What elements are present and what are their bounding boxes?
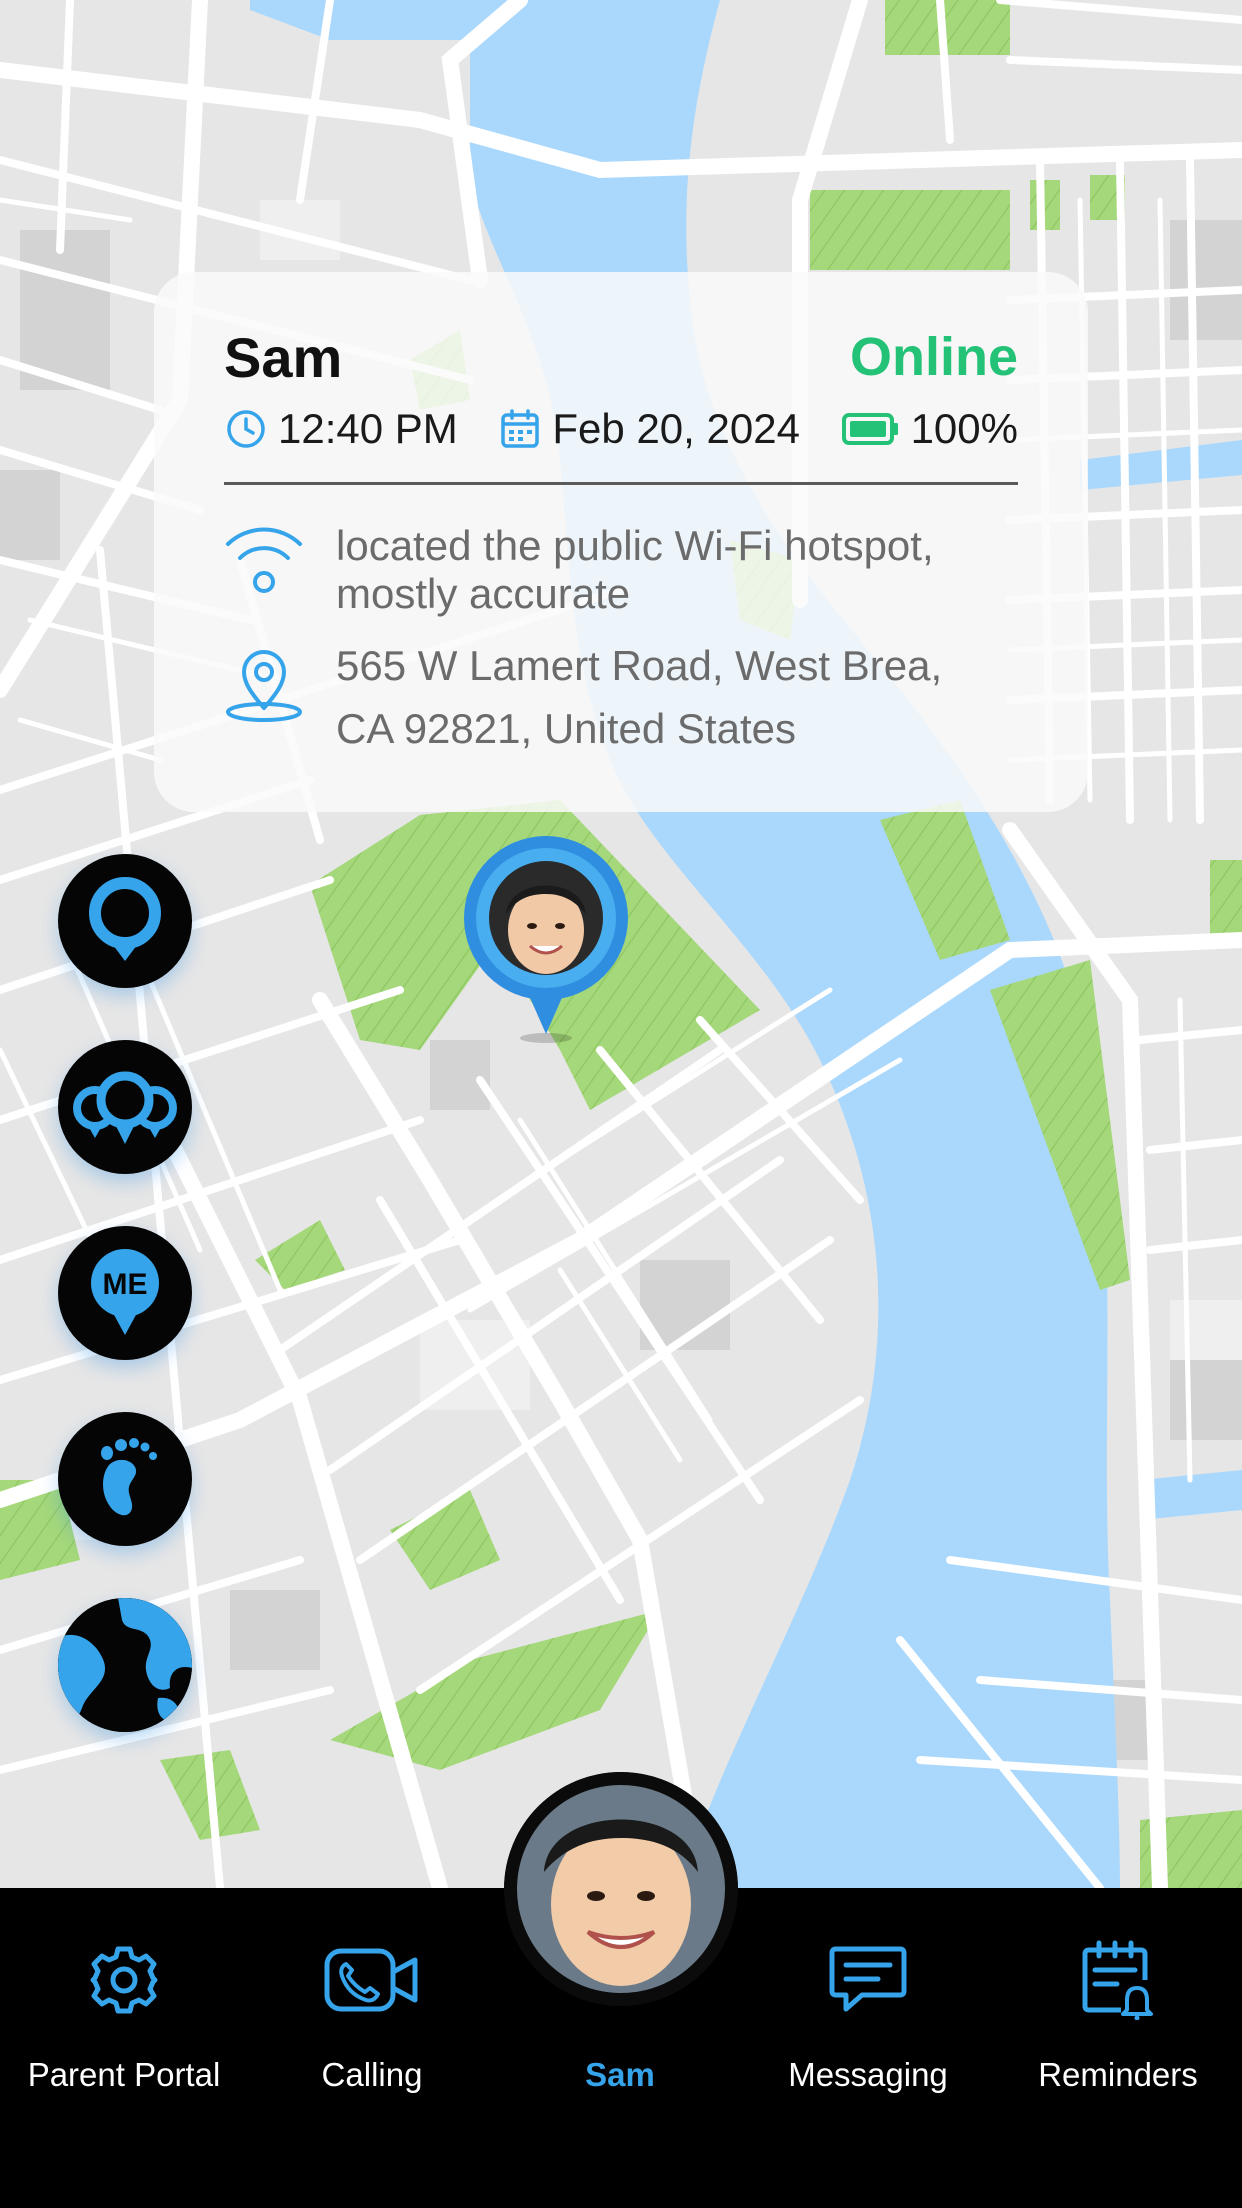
wifi-icon bbox=[226, 527, 302, 593]
nav-parent-portal[interactable]: Parent Portal bbox=[0, 1888, 248, 2098]
nav-reminders[interactable]: Reminders bbox=[994, 1888, 1242, 2098]
me-pin-icon: ME bbox=[91, 1249, 159, 1335]
online-status: Online bbox=[849, 327, 1018, 387]
status-meta-row: 12:40 PM Feb 20, 2024 100% bbox=[224, 404, 1018, 454]
multi-pin-icon bbox=[73, 1071, 177, 1144]
battery-text: 100% bbox=[910, 405, 1018, 452]
address-line-1: 565 W Lamert Road, West Brea, bbox=[336, 642, 943, 689]
svg-text:ME: ME bbox=[103, 1268, 148, 1301]
wifi-accuracy-text: located the public Wi-Fi hotspot, mostly… bbox=[336, 522, 934, 618]
location-info-card: Sam Online 12:40 PM Feb 20, 2024 100% lo… bbox=[154, 272, 1088, 812]
time-item: 12:40 PM bbox=[224, 405, 458, 453]
gear-icon bbox=[90, 1946, 158, 2014]
footprints-icon bbox=[101, 1438, 157, 1516]
message-bubble-icon bbox=[829, 1946, 907, 2012]
location-marker-icon bbox=[226, 650, 302, 722]
wifi-accuracy-row: located the public Wi-Fi hotspot, mostly… bbox=[224, 522, 1018, 619]
date-text: Feb 20, 2024 bbox=[552, 405, 800, 452]
reminder-calendar-icon bbox=[1082, 1940, 1153, 2020]
battery-item: 100% bbox=[841, 405, 1018, 453]
calendar-icon bbox=[501, 409, 540, 448]
child-profile-avatar[interactable] bbox=[504, 1772, 738, 2006]
date-item: Feb 20, 2024 bbox=[498, 405, 800, 453]
card-divider bbox=[224, 482, 1018, 485]
location-pin-button[interactable] bbox=[58, 854, 192, 988]
address-row: 565 W Lamert Road, West Brea, CA 92821, … bbox=[224, 642, 1018, 760]
group-location-button[interactable] bbox=[58, 1040, 192, 1174]
child-location-pin[interactable] bbox=[462, 834, 630, 1044]
nav-calling-label: Calling bbox=[321, 2056, 423, 2093]
nav-calling[interactable]: Calling bbox=[248, 1888, 496, 2098]
battery-icon bbox=[841, 413, 898, 445]
globe-button[interactable] bbox=[58, 1598, 192, 1732]
nav-sam-label: Sam bbox=[585, 2056, 655, 2093]
time-text: 12:40 PM bbox=[278, 405, 458, 452]
me-location-button[interactable]: ME bbox=[58, 1226, 192, 1360]
globe-icon bbox=[58, 1598, 192, 1732]
nav-reminders-label: Reminders bbox=[1038, 2056, 1198, 2093]
nav-messaging[interactable]: Messaging bbox=[744, 1888, 992, 2098]
nav-parent-portal-label: Parent Portal bbox=[27, 2056, 221, 2093]
address-text: 565 W Lamert Road, West Brea, CA 92821, … bbox=[304, 634, 942, 760]
video-call-icon bbox=[324, 1948, 418, 2012]
child-name: Sam bbox=[224, 326, 343, 389]
footprint-button[interactable] bbox=[58, 1412, 192, 1546]
nav-messaging-label: Messaging bbox=[788, 2056, 948, 2093]
address-line-2: CA 92821, United States bbox=[336, 705, 796, 752]
single-pin-icon bbox=[89, 877, 161, 961]
clock-icon bbox=[227, 410, 265, 448]
